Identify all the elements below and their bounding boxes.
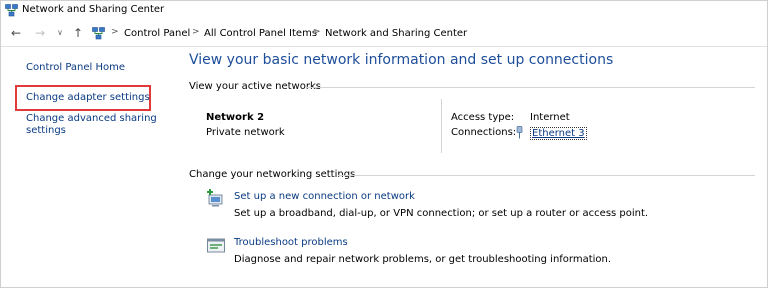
chevron-down-icon[interactable]: ∨ — [53, 25, 67, 41]
breadcrumb-separator: > — [111, 27, 119, 37]
setup-connection-link[interactable]: Set up a new connection or network — [234, 191, 415, 202]
network-category[interactable]: Private network — [206, 127, 285, 138]
setup-connection-description: Set up a broadband, dial-up, or VPN conn… — [234, 208, 649, 219]
ethernet-connection-link[interactable]: Ethernet 3 — [530, 127, 587, 140]
breadcrumb-control-panel[interactable]: Control Panel — [124, 28, 190, 39]
title-bar: Network and Sharing Center — [1, 1, 767, 21]
troubleshoot-description: Diagnose and repair network problems, or… — [234, 254, 612, 265]
sidebar-item-label: Change advanced sharing — [26, 113, 157, 124]
connections-label: Connections: — [451, 127, 517, 138]
breadcrumb-all-items[interactable]: All Control Panel Items — [204, 28, 317, 39]
window-frame: Network and Sharing Center ← → ∨ ↑ > Con… — [0, 0, 768, 288]
section-title-active-networks: View your active networks — [189, 81, 321, 92]
troubleshoot-icon — [207, 238, 225, 253]
arrow-right-icon[interactable]: → — [33, 25, 47, 41]
new-connection-icon — [207, 189, 223, 207]
access-type-label: Access type: — [451, 112, 515, 123]
arrow-up-icon[interactable]: ↑ — [71, 25, 85, 41]
breadcrumb-separator[interactable]: > — [192, 27, 200, 37]
arrow-left-icon[interactable]: ← — [9, 25, 23, 41]
vertical-divider — [441, 99, 442, 153]
section-divider — [307, 87, 755, 88]
ethernet-icon — [516, 126, 523, 139]
breadcrumb-separator[interactable]: > — [313, 27, 321, 37]
sidebar-item-label: settings — [26, 125, 66, 136]
troubleshoot-link[interactable]: Troubleshoot problems — [234, 237, 348, 248]
access-type-value: Internet — [530, 112, 570, 123]
page-title: View your basic network information and … — [189, 52, 614, 68]
network-center-icon — [5, 4, 18, 17]
section-title-networking-settings: Change your networking settings — [189, 169, 356, 180]
window-title: Network and Sharing Center — [22, 4, 165, 15]
sidebar-item-change-adapter-settings[interactable]: Change adapter settings — [26, 92, 150, 104]
divider — [1, 46, 767, 47]
breadcrumb-network-center[interactable]: Network and Sharing Center — [325, 28, 467, 39]
network-center-icon — [92, 27, 105, 40]
network-name: Network 2 — [206, 112, 265, 123]
section-divider — [338, 175, 755, 176]
sidebar-item-control-panel-home[interactable]: Control Panel Home — [26, 62, 125, 74]
address-bar-row: ← → ∨ ↑ > Control Panel > All Control Pa… — [1, 23, 767, 45]
